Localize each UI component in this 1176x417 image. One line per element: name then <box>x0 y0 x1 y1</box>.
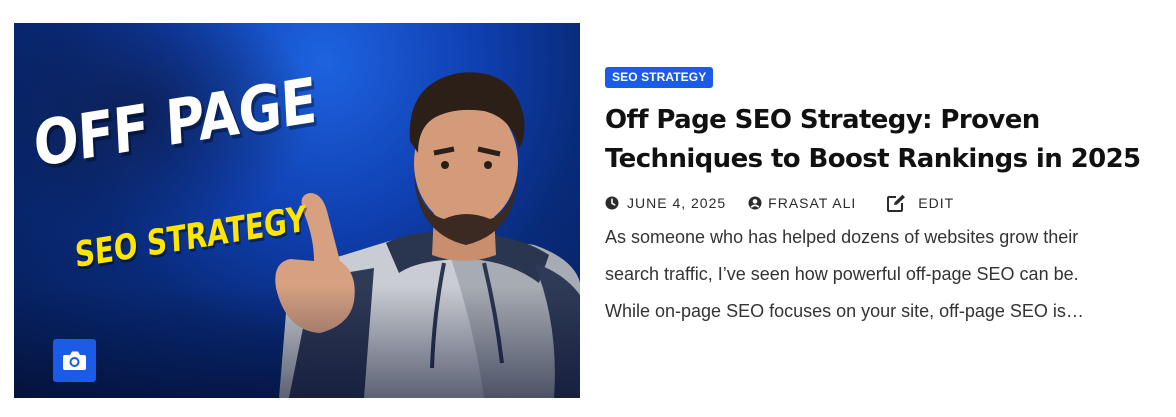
post-card: OFF PAGE SEO STRATEGY SEO STRATEGY Off P… <box>0 0 1176 417</box>
category-badge[interactable]: SEO STRATEGY <box>605 67 714 88</box>
edit-label: EDIT <box>918 195 955 211</box>
post-author[interactable]: FRASAT ALI <box>748 195 856 211</box>
camera-icon <box>63 351 86 370</box>
camera-badge <box>53 339 96 382</box>
edit-link[interactable]: EDIT <box>886 194 954 212</box>
post-thumbnail[interactable]: OFF PAGE SEO STRATEGY <box>14 23 580 398</box>
user-icon <box>748 196 762 210</box>
post-date[interactable]: JUNE 4, 2025 <box>605 195 726 211</box>
post-author-name: FRASAT ALI <box>768 195 857 211</box>
post-meta: JUNE 4, 2025 FRASAT ALI EDIT <box>605 193 1165 213</box>
post-content: SEO STRATEGY Off Page SEO Strategy: Prov… <box>605 67 1165 330</box>
post-title[interactable]: Off Page SEO Strategy: Proven Techniques… <box>605 101 1165 179</box>
post-excerpt: As someone who has helped dozens of webs… <box>605 219 1150 330</box>
clock-icon <box>605 196 619 210</box>
edit-icon <box>887 194 906 212</box>
excerpt-line: search traffic, I’ve seen how powerful o… <box>605 264 1079 284</box>
excerpt-line: As someone who has helped dozens of webs… <box>605 227 1079 247</box>
post-date-text: JUNE 4, 2025 <box>627 195 727 211</box>
excerpt-line: While on-page SEO focuses on your site, … <box>605 301 1084 321</box>
